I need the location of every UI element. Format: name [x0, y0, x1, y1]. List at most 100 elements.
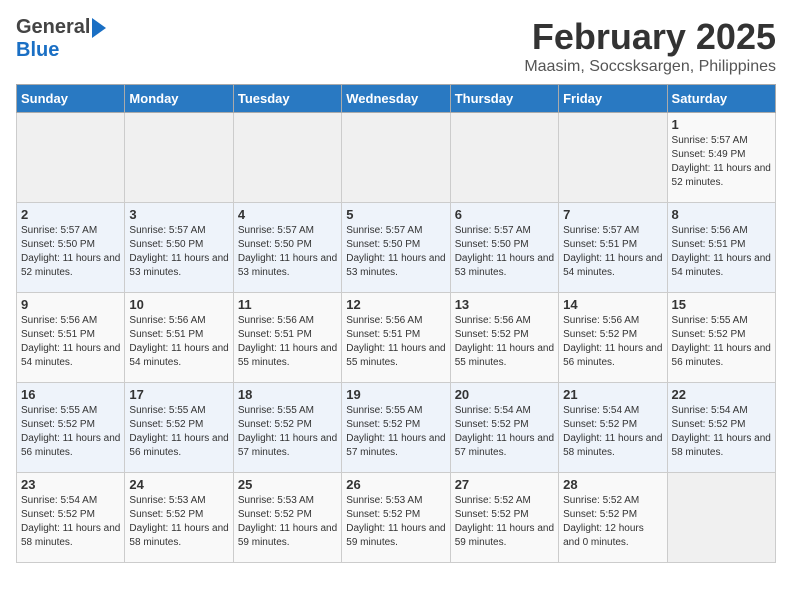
- day-info: Sunrise: 5:56 AM Sunset: 5:51 PM Dayligh…: [238, 314, 337, 370]
- day-number: 12: [346, 297, 445, 312]
- calendar-cell: 17 Sunrise: 5:55 AM Sunset: 5:52 PM Dayli…: [125, 383, 233, 473]
- day-number: 15: [672, 297, 771, 312]
- calendar-cell: 4Sunrise: 5:57 AM Sunset: 5:50 PM Daylig…: [233, 203, 341, 293]
- day-number: 5: [346, 207, 445, 222]
- calendar-cell: 10 Sunrise: 5:56 AM Sunset: 5:51 PM Dayli…: [125, 293, 233, 383]
- weekday-header-monday: Monday: [125, 85, 233, 113]
- day-info: Sunrise: 5:57 AM Sunset: 5:50 PM Dayligh…: [21, 224, 120, 280]
- calendar-week-row: 2 Sunrise: 5:57 AM Sunset: 5:50 PM Daylig…: [17, 203, 776, 293]
- weekday-header-saturday: Saturday: [667, 85, 775, 113]
- calendar-cell: 11 Sunrise: 5:56 AM Sunset: 5:51 PM Dayli…: [233, 293, 341, 383]
- day-info: Sunrise: 5:55 AM Sunset: 5:52 PM Dayligh…: [672, 314, 771, 370]
- calendar-cell: 22Sunrise: 5:54 AM Sunset: 5:52 PM Dayli…: [667, 383, 775, 473]
- day-number: 27: [455, 477, 554, 492]
- calendar-cell: 5 Sunrise: 5:57 AM Sunset: 5:50 PM Daylig…: [342, 203, 450, 293]
- weekday-header-row: SundayMondayTuesdayWednesdayThursdayFrid…: [17, 85, 776, 113]
- day-info: Sunrise: 5:57 AM Sunset: 5:50 PM Dayligh…: [129, 224, 228, 280]
- calendar-cell: 23 Sunrise: 5:54 AM Sunset: 5:52 PM Dayli…: [17, 473, 125, 563]
- calendar-table: SundayMondayTuesdayWednesdayThursdayFrid…: [16, 84, 776, 563]
- logo: General Blue: [16, 16, 106, 62]
- calendar-week-row: 1 Sunrise: 5:57 AM Sunset: 5:49 PM Daylig…: [17, 113, 776, 203]
- calendar-cell: 9 Sunrise: 5:56 AM Sunset: 5:51 PM Daylig…: [17, 293, 125, 383]
- calendar-cell: 2 Sunrise: 5:57 AM Sunset: 5:50 PM Daylig…: [17, 203, 125, 293]
- calendar-subtitle: Maasim, Soccsksargen, Philippines: [524, 58, 776, 76]
- logo-general-text: General: [16, 16, 90, 39]
- day-info: Sunrise: 5:56 AM Sunset: 5:51 PM Dayligh…: [21, 314, 120, 370]
- calendar-week-row: 23 Sunrise: 5:54 AM Sunset: 5:52 PM Dayli…: [17, 473, 776, 563]
- day-info: Sunrise: 5:56 AM Sunset: 5:52 PM Dayligh…: [455, 314, 554, 370]
- calendar-cell: 27 Sunrise: 5:52 AM Sunset: 5:52 PM Dayli…: [450, 473, 558, 563]
- calendar-title: February 2025: [524, 16, 776, 58]
- day-number: 24: [129, 477, 228, 492]
- day-number: 10: [129, 297, 228, 312]
- day-info: Sunrise: 5:55 AM Sunset: 5:52 PM Dayligh…: [129, 404, 228, 460]
- day-info: Sunrise: 5:57 AM Sunset: 5:50 PM Dayligh…: [455, 224, 554, 280]
- day-number: 13: [455, 297, 554, 312]
- day-number: 3: [129, 207, 228, 222]
- weekday-header-sunday: Sunday: [17, 85, 125, 113]
- day-number: 17: [129, 387, 228, 402]
- calendar-cell: 24 Sunrise: 5:53 AM Sunset: 5:52 PM Dayli…: [125, 473, 233, 563]
- calendar-cell: [17, 113, 125, 203]
- day-number: 1: [672, 117, 771, 132]
- calendar-cell: 3 Sunrise: 5:57 AM Sunset: 5:50 PM Daylig…: [125, 203, 233, 293]
- day-info: Sunrise: 5:57 AM Sunset: 5:50 PM Dayligh…: [346, 224, 445, 280]
- calendar-cell: [667, 473, 775, 563]
- day-info: Sunrise: 5:56 AM Sunset: 5:51 PM Dayligh…: [672, 224, 771, 280]
- day-number: 7: [563, 207, 662, 222]
- day-info: Sunrise: 5:57 AM Sunset: 5:51 PM Dayligh…: [563, 224, 662, 280]
- day-number: 25: [238, 477, 337, 492]
- calendar-cell: 21Sunrise: 5:54 AM Sunset: 5:52 PM Dayli…: [559, 383, 667, 473]
- calendar-cell: [450, 113, 558, 203]
- weekday-header-wednesday: Wednesday: [342, 85, 450, 113]
- day-info: Sunrise: 5:57 AM Sunset: 5:50 PM Dayligh…: [238, 224, 337, 280]
- day-number: 23: [21, 477, 120, 492]
- day-info: Sunrise: 5:57 AM Sunset: 5:49 PM Dayligh…: [672, 134, 771, 190]
- day-number: 11: [238, 297, 337, 312]
- day-info: Sunrise: 5:53 AM Sunset: 5:52 PM Dayligh…: [238, 494, 337, 550]
- title-section: February 2025 Maasim, Soccsksargen, Phil…: [524, 16, 776, 76]
- day-info: Sunrise: 5:54 AM Sunset: 5:52 PM Dayligh…: [21, 494, 120, 550]
- day-number: 2: [21, 207, 120, 222]
- day-info: Sunrise: 5:55 AM Sunset: 5:52 PM Dayligh…: [238, 404, 337, 460]
- day-number: 26: [346, 477, 445, 492]
- day-info: Sunrise: 5:52 AM Sunset: 5:52 PM Dayligh…: [455, 494, 554, 550]
- day-number: 19: [346, 387, 445, 402]
- calendar-cell: 14Sunrise: 5:56 AM Sunset: 5:52 PM Dayli…: [559, 293, 667, 383]
- calendar-cell: [125, 113, 233, 203]
- day-number: 6: [455, 207, 554, 222]
- calendar-cell: [559, 113, 667, 203]
- day-number: 9: [21, 297, 120, 312]
- calendar-cell: 20 Sunrise: 5:54 AM Sunset: 5:52 PM Dayli…: [450, 383, 558, 473]
- day-info: Sunrise: 5:56 AM Sunset: 5:51 PM Dayligh…: [129, 314, 228, 370]
- calendar-cell: 1 Sunrise: 5:57 AM Sunset: 5:49 PM Daylig…: [667, 113, 775, 203]
- calendar-cell: 13 Sunrise: 5:56 AM Sunset: 5:52 PM Dayli…: [450, 293, 558, 383]
- calendar-cell: 28 Sunrise: 5:52 AM Sunset: 5:52 PM Dayli…: [559, 473, 667, 563]
- day-info: Sunrise: 5:54 AM Sunset: 5:52 PM Dayligh…: [672, 404, 771, 460]
- calendar-cell: 25 Sunrise: 5:53 AM Sunset: 5:52 PM Dayli…: [233, 473, 341, 563]
- logo-arrow-icon: [92, 18, 106, 38]
- day-info: Sunrise: 5:54 AM Sunset: 5:52 PM Dayligh…: [455, 404, 554, 460]
- calendar-cell: 19 Sunrise: 5:55 AM Sunset: 5:52 PM Dayli…: [342, 383, 450, 473]
- day-info: Sunrise: 5:53 AM Sunset: 5:52 PM Dayligh…: [129, 494, 228, 550]
- calendar-cell: 26 Sunrise: 5:53 AM Sunset: 5:52 PM Dayli…: [342, 473, 450, 563]
- weekday-header-thursday: Thursday: [450, 85, 558, 113]
- day-number: 28: [563, 477, 662, 492]
- calendar-cell: 15 Sunrise: 5:55 AM Sunset: 5:52 PM Dayli…: [667, 293, 775, 383]
- day-number: 14: [563, 297, 662, 312]
- day-info: Sunrise: 5:53 AM Sunset: 5:52 PM Dayligh…: [346, 494, 445, 550]
- day-info: Sunrise: 5:55 AM Sunset: 5:52 PM Dayligh…: [21, 404, 120, 460]
- day-number: 20: [455, 387, 554, 402]
- calendar-cell: 12 Sunrise: 5:56 AM Sunset: 5:51 PM Dayli…: [342, 293, 450, 383]
- logo-blue-text: Blue: [16, 39, 59, 62]
- day-info: Sunrise: 5:56 AM Sunset: 5:51 PM Dayligh…: [346, 314, 445, 370]
- calendar-cell: 6 Sunrise: 5:57 AM Sunset: 5:50 PM Daylig…: [450, 203, 558, 293]
- calendar-week-row: 9 Sunrise: 5:56 AM Sunset: 5:51 PM Daylig…: [17, 293, 776, 383]
- day-info: Sunrise: 5:55 AM Sunset: 5:52 PM Dayligh…: [346, 404, 445, 460]
- day-number: 8: [672, 207, 771, 222]
- day-info: Sunrise: 5:52 AM Sunset: 5:52 PM Dayligh…: [563, 494, 662, 550]
- calendar-cell: [342, 113, 450, 203]
- calendar-cell: 18Sunrise: 5:55 AM Sunset: 5:52 PM Dayli…: [233, 383, 341, 473]
- page-header: General Blue February 2025 Maasim, Soccs…: [16, 16, 776, 76]
- calendar-cell: 7 Sunrise: 5:57 AM Sunset: 5:51 PM Daylig…: [559, 203, 667, 293]
